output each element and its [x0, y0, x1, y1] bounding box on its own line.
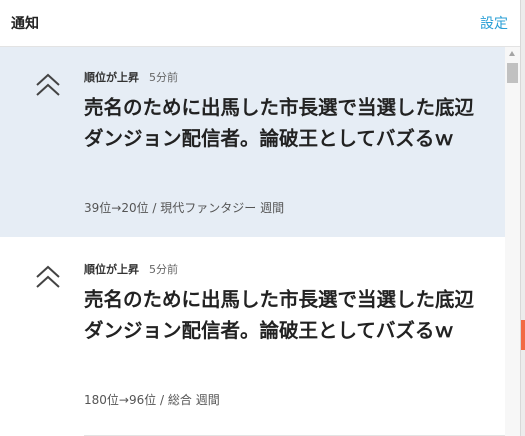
notification-item[interactable]: 順位が上昇 5分前 売名のために出馬した市長選で当選した底辺ダンジョン配信者。論破… [0, 237, 505, 436]
background-page-edge [521, 0, 525, 436]
panel-header: 通知 設定 [0, 0, 520, 47]
notification-time: 5分前 [149, 71, 178, 84]
notification-type: 順位が上昇 [84, 263, 139, 276]
notification-type: 順位が上昇 [84, 71, 139, 84]
double-chevron-up-icon [36, 73, 60, 96]
notification-detail: 180位→96位 / 総合 週間 [84, 393, 220, 407]
notification-time: 5分前 [149, 263, 178, 276]
panel-title: 通知 [11, 16, 39, 32]
notification-item[interactable]: 順位が上昇 5分前 売名のために出馬した市長選で当選した底辺ダンジョン配信者。論破… [0, 47, 505, 237]
notification-list: 順位が上昇 5分前 売名のために出馬した市長選で当選した底辺ダンジョン配信者。論破… [0, 47, 505, 436]
scrollbar-thumb[interactable] [507, 63, 518, 83]
double-chevron-up-icon [36, 265, 60, 288]
notification-panel: 通知 設定 順位が上昇 5分前 売名のために出馬した市長選で当選した底辺ダンジョン… [0, 0, 521, 436]
settings-link[interactable]: 設定 [480, 13, 508, 33]
scroll-up-arrow-icon[interactable] [509, 51, 515, 56]
notification-title[interactable]: 売名のために出馬した市長選で当選した底辺ダンジョン配信者。論破王としてバズるｗ [84, 92, 479, 154]
background-accent [521, 320, 525, 350]
notification-detail: 39位→20位 / 現代ファンタジー 週間 [84, 201, 285, 215]
notification-meta: 順位が上昇 5分前 [84, 261, 178, 277]
notification-title[interactable]: 売名のために出馬した市長選で当選した底辺ダンジョン配信者。論破王としてバズるｗ [84, 284, 479, 346]
notification-meta: 順位が上昇 5分前 [84, 69, 178, 85]
scrollbar-track[interactable] [505, 47, 520, 436]
